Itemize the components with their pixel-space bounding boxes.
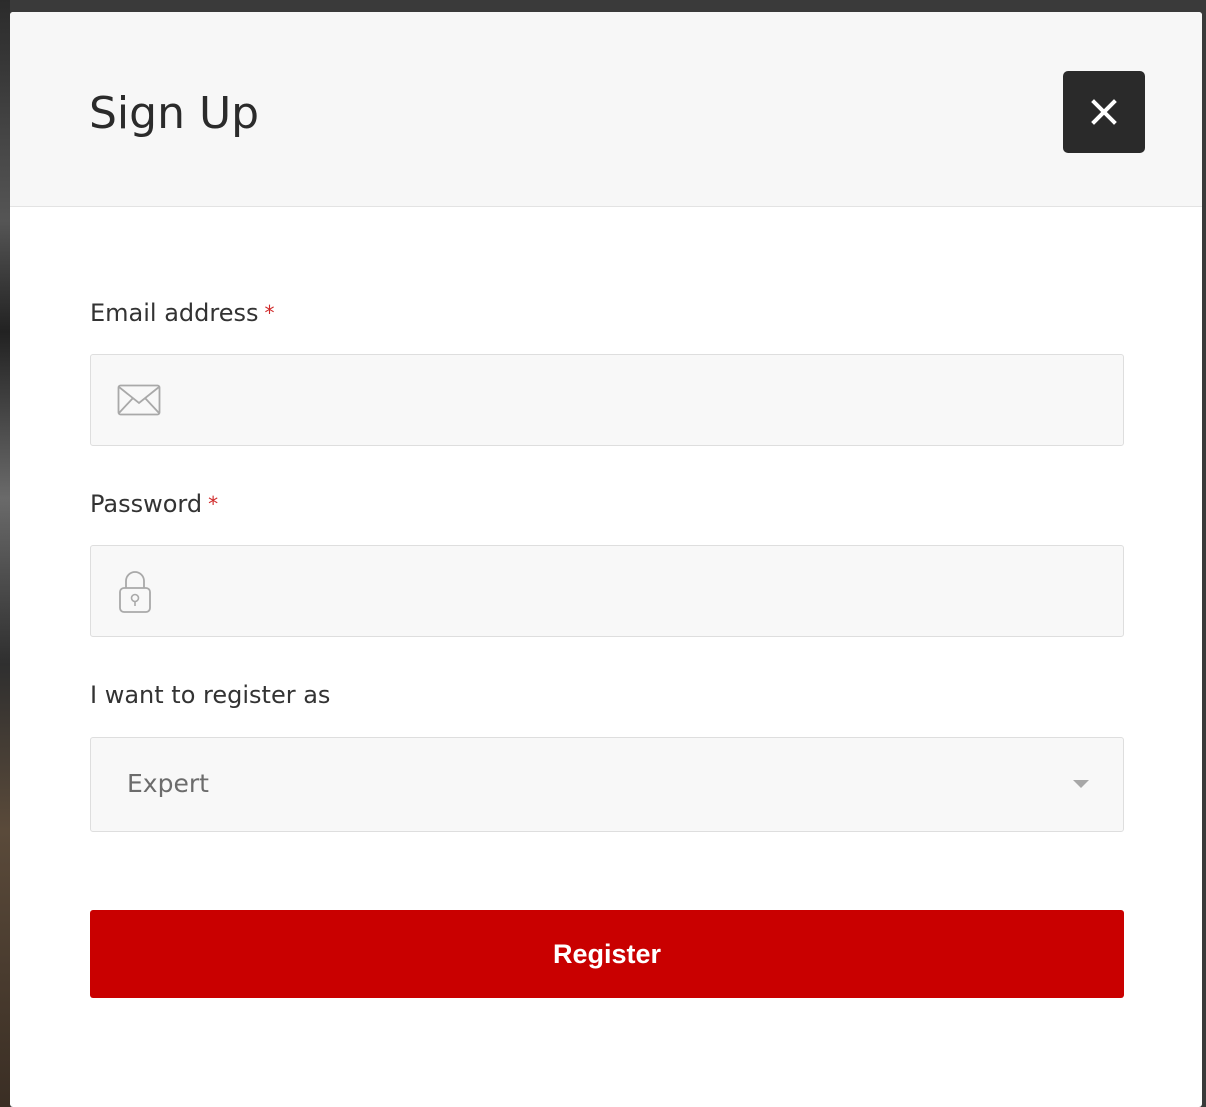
email-field[interactable] (181, 355, 1101, 445)
close-icon (1091, 99, 1117, 125)
page-backdrop (0, 0, 10, 1107)
password-input-group (90, 545, 1124, 637)
lock-icon (119, 571, 151, 613)
email-input-group (90, 354, 1124, 446)
required-mark: * (208, 492, 219, 516)
modal-title: Sign Up (89, 88, 260, 139)
email-label-text: Email address (90, 299, 259, 327)
role-select[interactable]: Expert (90, 737, 1124, 832)
password-label-text: Password (90, 490, 203, 518)
email-label: Email address * (90, 298, 275, 328)
role-label: I want to register as (90, 681, 331, 709)
close-button[interactable] (1063, 71, 1145, 153)
password-field[interactable] (181, 546, 1101, 636)
envelope-icon (117, 384, 161, 416)
signup-modal: Sign Up Email address * Password * I want … (10, 12, 1202, 1107)
password-label: Password * (90, 489, 218, 519)
modal-header: Sign Up (10, 12, 1202, 207)
register-button[interactable]: Register (90, 910, 1124, 998)
chevron-down-icon (1073, 780, 1089, 788)
required-mark: * (264, 301, 275, 325)
role-select-value: Expert (127, 769, 209, 798)
